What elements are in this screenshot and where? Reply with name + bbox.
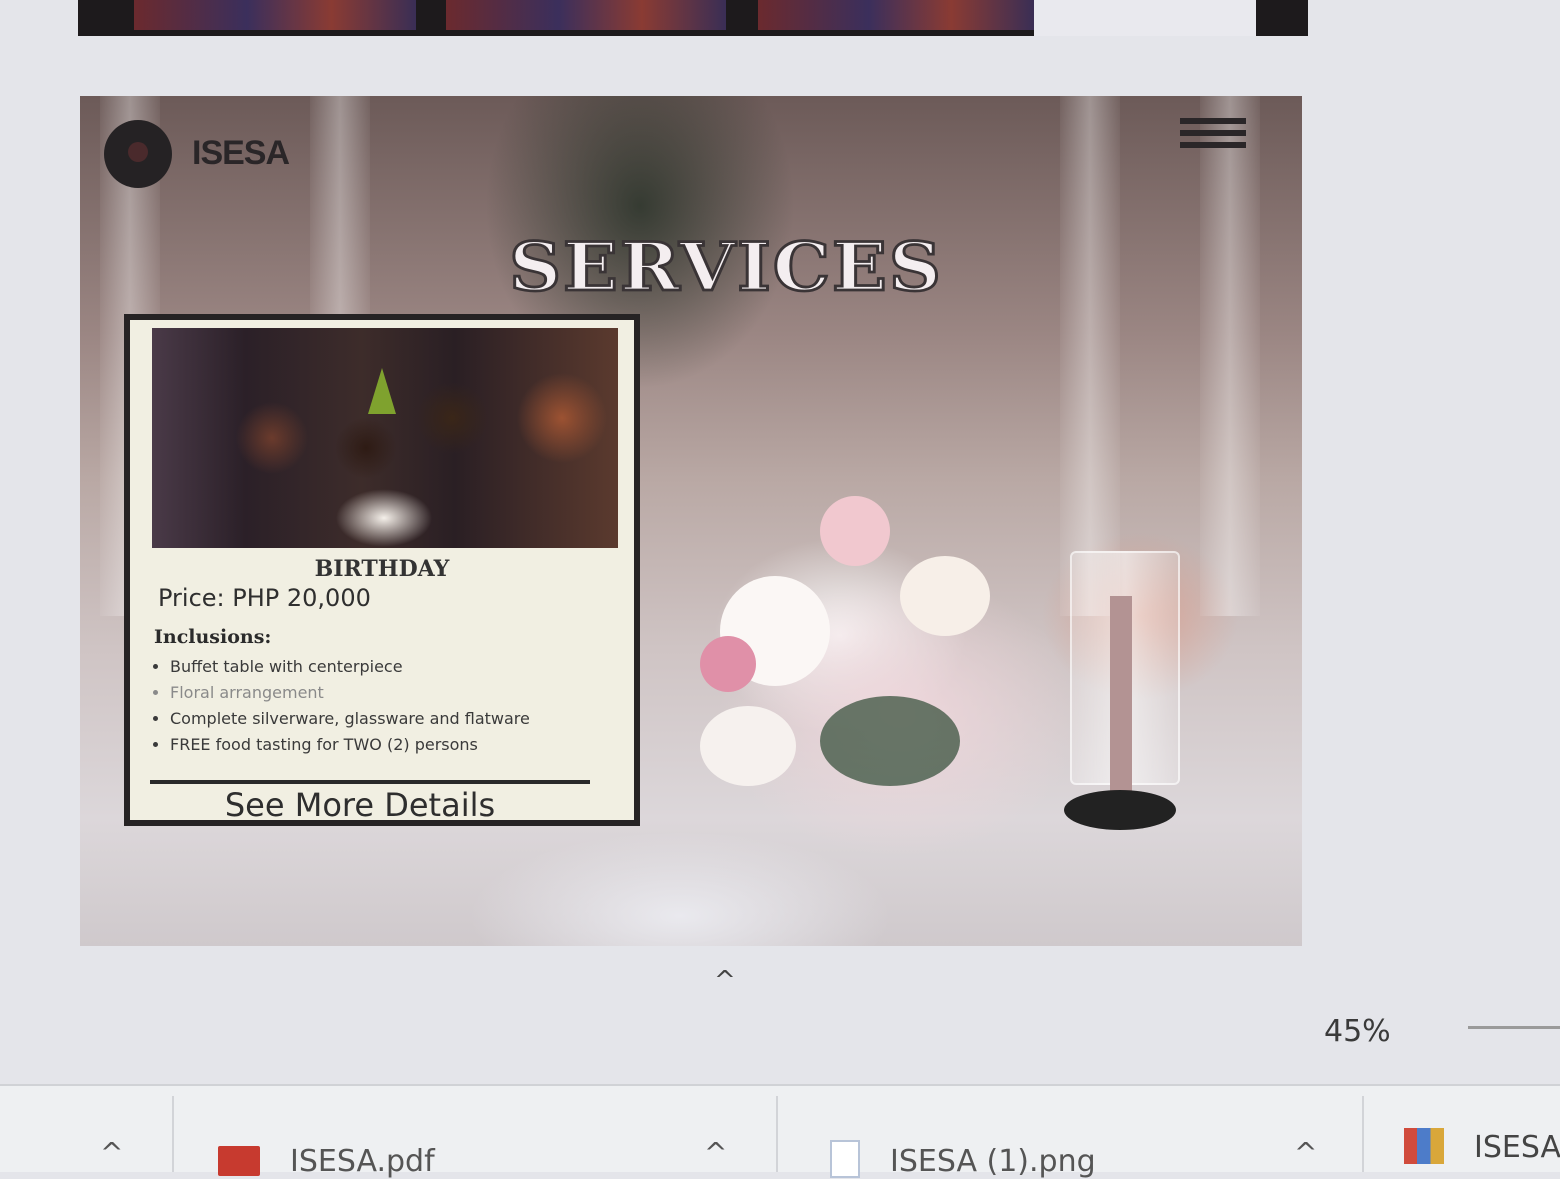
candle-holder-image xyxy=(1064,790,1176,830)
page-thumbnail[interactable] xyxy=(446,0,726,30)
chevron-up-icon[interactable]: ^ xyxy=(1294,1136,1317,1169)
design-slide[interactable]: ISESA SERVICES BIRTHDAY Price: PHP 20,00… xyxy=(80,96,1302,946)
app-icon[interactable] xyxy=(1404,1128,1444,1164)
hamburger-menu-icon[interactable] xyxy=(1180,118,1246,160)
brand-name: ISESA xyxy=(192,134,290,172)
see-more-details-link[interactable]: See More Details xyxy=(130,786,590,824)
app-label[interactable]: ISESA xyxy=(1474,1130,1560,1165)
divider xyxy=(776,1096,778,1172)
background-pillar xyxy=(1200,96,1260,616)
services-heading: SERVICES xyxy=(508,226,943,307)
list-item: Complete silverware, glassware and flatw… xyxy=(170,706,530,732)
foliage-image xyxy=(820,696,960,786)
page-thumbnail-strip xyxy=(78,0,1308,36)
service-card-birthday: BIRTHDAY Price: PHP 20,000 Inclusions: B… xyxy=(124,314,640,826)
list-item: Buffet table with centerpiece xyxy=(170,654,530,680)
pdf-file-icon xyxy=(218,1146,260,1176)
download-item-pdf[interactable]: ISESA.pdf xyxy=(290,1144,435,1179)
flower-image xyxy=(900,556,990,636)
card-price: Price: PHP 20,000 xyxy=(158,584,371,612)
chevron-up-icon[interactable]: ^ xyxy=(714,966,736,996)
thumbnail-gap xyxy=(1034,0,1256,36)
image-file-icon xyxy=(830,1140,860,1178)
zoom-slider[interactable] xyxy=(1468,1026,1560,1029)
card-heading: BIRTHDAY xyxy=(314,556,450,582)
brand-logo[interactable] xyxy=(104,120,172,188)
download-item-png[interactable]: ISESA (1).png xyxy=(890,1144,1096,1179)
chevron-up-icon[interactable]: ^ xyxy=(100,1136,123,1169)
list-item: Floral arrangement xyxy=(170,680,530,706)
list-item: FREE food tasting for TWO (2) persons xyxy=(170,732,530,758)
inclusions-label: Inclusions: xyxy=(154,626,272,648)
page-thumbnail[interactable] xyxy=(134,0,416,30)
divider xyxy=(172,1096,174,1172)
flower-image xyxy=(700,636,756,692)
chevron-up-icon[interactable]: ^ xyxy=(704,1136,727,1169)
birthday-party-photo xyxy=(152,328,618,548)
flower-image xyxy=(700,706,796,786)
party-hat-icon xyxy=(368,368,396,414)
background-pillar xyxy=(1060,96,1120,616)
candle-image xyxy=(1110,596,1132,796)
divider xyxy=(1362,1096,1364,1172)
zoom-level[interactable]: 45% xyxy=(1324,1014,1391,1049)
inclusions-list: Buffet table with centerpiece Floral arr… xyxy=(150,654,530,758)
page-thumbnail[interactable] xyxy=(758,0,1034,30)
divider xyxy=(150,780,590,784)
flower-image xyxy=(820,496,890,566)
